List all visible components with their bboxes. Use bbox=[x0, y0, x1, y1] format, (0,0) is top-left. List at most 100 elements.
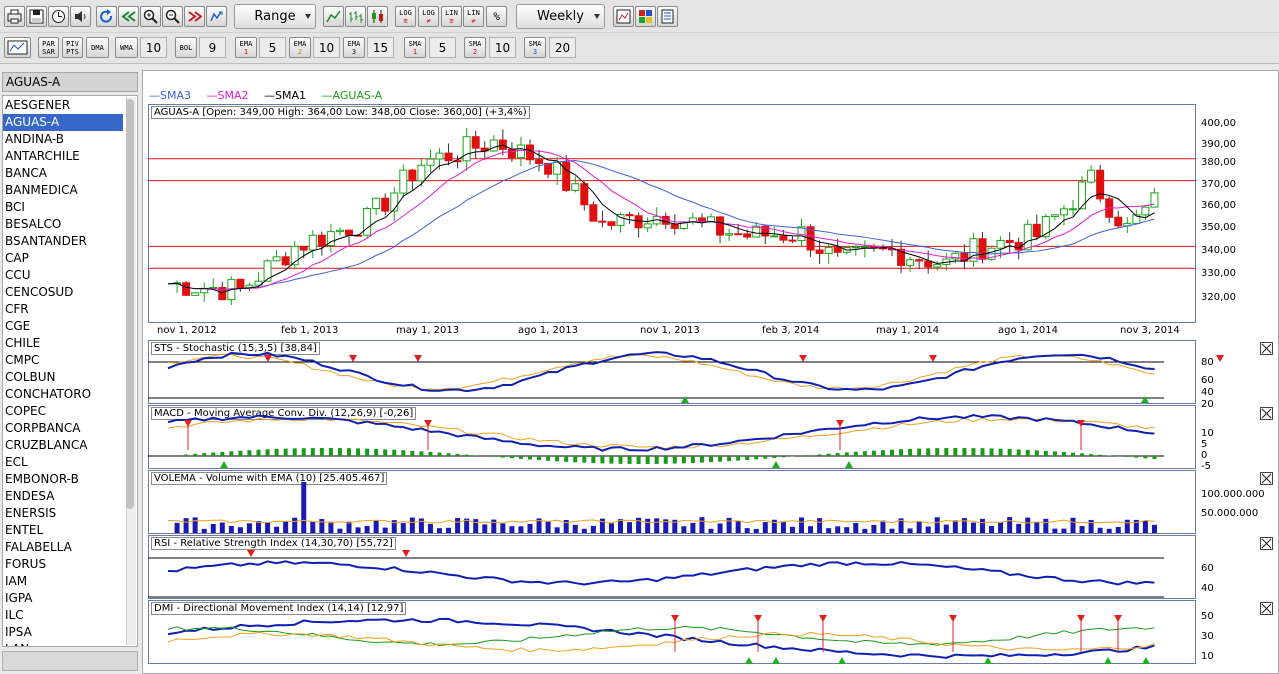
chart-drawing bbox=[148, 128, 1224, 664]
volema-ytick: 50.000.000 bbox=[1201, 508, 1259, 519]
volume-bar bbox=[1088, 519, 1094, 533]
symbol-item-ecl[interactable]: ECL bbox=[3, 454, 123, 471]
macd-histogram-bar bbox=[871, 450, 876, 456]
macd-histogram-bar bbox=[283, 448, 288, 456]
close-dmi-icon[interactable] bbox=[1260, 602, 1273, 615]
dmi-ytick: 30 bbox=[1201, 631, 1214, 642]
sell-signal-marker bbox=[799, 355, 807, 362]
symbol-header: AGUAS-A bbox=[2, 72, 138, 92]
macd-histogram-bar bbox=[890, 449, 894, 456]
candle-up bbox=[372, 197, 381, 210]
macd-histogram-bar bbox=[1007, 449, 1012, 456]
symbol-item-iam[interactable]: IAM bbox=[3, 573, 123, 590]
symbol-item-cap[interactable]: CAP bbox=[3, 250, 123, 267]
symbol-item-ccu[interactable]: CCU bbox=[3, 267, 123, 284]
symbol-item-andina-b[interactable]: ANDINA-B bbox=[3, 131, 123, 148]
symbol-item-falabella[interactable]: FALABELLA bbox=[3, 539, 123, 556]
symbol-item-forus[interactable]: FORUS bbox=[3, 556, 123, 573]
macd-histogram-bar bbox=[193, 453, 198, 456]
symbol-item-chile[interactable]: CHILE bbox=[3, 335, 123, 352]
candle-down bbox=[779, 235, 788, 241]
symbol-item-antarchile[interactable]: ANTARCHILE bbox=[3, 148, 123, 165]
symbol-item-cfr[interactable]: CFR bbox=[3, 301, 123, 318]
macd-histogram-bar bbox=[292, 448, 297, 456]
symbol-item-endesa[interactable]: ENDESA bbox=[3, 488, 123, 505]
macd-histogram-bar bbox=[727, 456, 732, 462]
symbol-item-cge[interactable]: CGE bbox=[3, 318, 123, 335]
symbol-item-cruzblanca[interactable]: CRUZBLANCA bbox=[3, 437, 123, 454]
clock-icon[interactable] bbox=[48, 6, 69, 27]
symbol-item-bci[interactable]: BCI bbox=[3, 199, 123, 216]
sell-signal-marker bbox=[1077, 615, 1085, 622]
sell-signal-marker bbox=[264, 355, 272, 362]
close-rsi-icon[interactable] bbox=[1260, 537, 1273, 550]
symbol-item-enersis[interactable]: ENERSIS bbox=[3, 505, 123, 522]
volume-bar bbox=[627, 522, 633, 533]
volume-bar bbox=[961, 518, 967, 533]
symbol-item-cencosud[interactable]: CENCOSUD bbox=[3, 284, 123, 301]
volume-bar bbox=[1115, 526, 1121, 533]
candle-up bbox=[996, 239, 1005, 249]
symbol-item-embonor-b[interactable]: EMBONOR-B bbox=[3, 471, 123, 488]
symbol-item-igpa[interactable]: IGPA bbox=[3, 590, 123, 607]
candle-down bbox=[788, 239, 797, 242]
symbol-item-besalco[interactable]: BESALCO bbox=[3, 216, 123, 233]
volume-bar bbox=[998, 521, 1004, 533]
indicator-chart-icon[interactable] bbox=[4, 37, 31, 58]
volume-bar bbox=[1142, 520, 1148, 533]
volume-bar bbox=[907, 528, 913, 533]
close-sts-icon[interactable] bbox=[1260, 342, 1273, 355]
macd-histogram-bar bbox=[392, 449, 397, 456]
candle-up bbox=[335, 229, 344, 233]
volume-bar bbox=[491, 519, 497, 533]
indicator-label: WMA bbox=[120, 43, 133, 52]
volume-bar bbox=[527, 523, 533, 533]
symbol-item-aesgener[interactable]: AESGENER bbox=[3, 97, 123, 114]
close-volema-icon[interactable] bbox=[1260, 472, 1273, 485]
macd-histogram-bar bbox=[573, 456, 578, 463]
volume-bar bbox=[219, 522, 225, 533]
macd-histogram-bar bbox=[464, 454, 469, 456]
symbol-item-entel[interactable]: ENTEL bbox=[3, 522, 123, 539]
volume-bar bbox=[509, 526, 515, 533]
buy-signal-marker bbox=[984, 657, 992, 664]
symbol-item-ilc[interactable]: ILC bbox=[3, 607, 123, 624]
symbol-item-banca[interactable]: BANCA bbox=[3, 165, 123, 182]
symbol-item-ipsa[interactable]: IPSA bbox=[3, 624, 123, 641]
macd-histogram-bar bbox=[1043, 450, 1048, 456]
symbol-item-copec[interactable]: COPEC bbox=[3, 403, 123, 420]
macd-histogram-bar bbox=[853, 451, 858, 456]
candle-up bbox=[462, 136, 471, 162]
price-ytick: 320,00 bbox=[1201, 292, 1236, 303]
rewind-icon[interactable] bbox=[118, 6, 139, 27]
par-sar-button[interactable]: PAR SAR bbox=[38, 37, 59, 58]
save-icon[interactable] bbox=[26, 6, 47, 27]
volume-bar bbox=[500, 523, 506, 533]
macd-histogram-bar bbox=[772, 456, 777, 459]
symbol-item-lan[interactable]: LAN bbox=[3, 641, 123, 646]
candle-down bbox=[317, 234, 326, 246]
symbol-item-colbun[interactable]: COLBUN bbox=[3, 369, 123, 386]
macd-histogram-bar bbox=[528, 456, 532, 460]
symbol-item-banmedica[interactable]: BANMEDICA bbox=[3, 182, 123, 199]
symbol-item-cmpc[interactable]: CMPC bbox=[3, 352, 123, 369]
price-xtick: feb 1, 2013 bbox=[281, 325, 339, 336]
macd-ytick: 10 bbox=[1201, 428, 1214, 439]
symbol-list: AESGENER AGUAS-A ANDINA-B ANTARCHILE BANCA BA… bbox=[2, 95, 138, 647]
symbol-item-corpbanca[interactable]: CORPBANCA bbox=[3, 420, 123, 437]
candle-down bbox=[815, 249, 824, 254]
wma-button[interactable]: WMA bbox=[115, 37, 138, 58]
piv-pts-button[interactable]: PIV PTS bbox=[62, 37, 83, 58]
symbol-item-bsantander[interactable]: BSANTANDER bbox=[3, 233, 123, 250]
macd-histogram-bar bbox=[817, 454, 822, 456]
speaker-icon[interactable] bbox=[70, 6, 91, 27]
dma-button[interactable]: DMA bbox=[86, 37, 109, 58]
refresh-icon[interactable] bbox=[96, 6, 117, 27]
close-macd-icon[interactable] bbox=[1260, 407, 1273, 420]
macd-histogram-bar bbox=[1061, 452, 1066, 456]
symbol-item-conchatoro[interactable]: CONCHATORO bbox=[3, 386, 123, 403]
scrollbar-thumb[interactable] bbox=[126, 99, 134, 509]
symbol-scrollbar[interactable] bbox=[126, 97, 136, 645]
symbol-item-aguas-a[interactable]: AGUAS-A bbox=[3, 114, 123, 131]
print-icon[interactable] bbox=[4, 6, 25, 27]
